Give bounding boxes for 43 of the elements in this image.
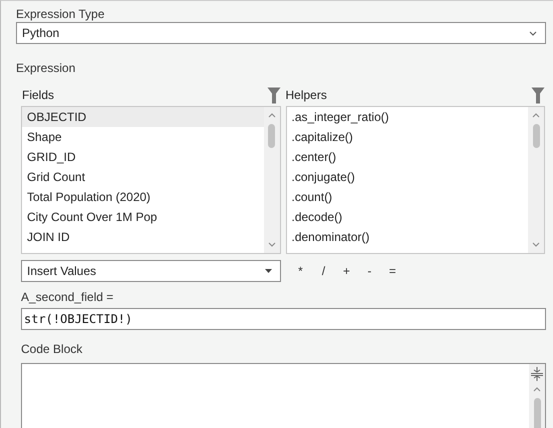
section-label: Expression [16,61,76,76]
list-item[interactable]: GRID_ID [22,147,264,167]
list-label: Helpers [286,88,327,102]
scrollbar-thumb[interactable] [534,398,540,428]
list-item[interactable]: .center() [286,147,528,167]
filter-icon[interactable] [266,86,280,104]
operator-button[interactable]: * [289,264,312,278]
chevron-up-icon[interactable] [268,113,276,118]
filter-icon[interactable] [531,86,545,104]
list-item[interactable]: JOIN ID [22,227,264,247]
list-item[interactable]: .capitalize() [286,127,528,147]
scrollbar-thumb[interactable] [532,124,540,148]
list-item[interactable]: .conjugate() [286,167,528,187]
scrollbar-thumb[interactable] [268,124,275,148]
list-label: Fields [21,88,54,102]
list-item[interactable]: OBJECTID [22,107,264,127]
chevron-down-icon[interactable] [268,242,276,247]
list-item[interactable]: Grid Count [22,167,264,187]
operator-button[interactable]: + [335,264,358,278]
chevron-down-icon [529,30,537,36]
expression-type-dropdown[interactable]: Python [16,22,546,44]
operator-button[interactable]: = [381,264,404,278]
field-label: A_second_field = [20,290,114,305]
chevron-up-icon[interactable] [532,113,540,118]
insert-values-dropdown[interactable]: Insert Values [21,260,281,282]
chevron-up-icon[interactable] [533,387,541,392]
field-label: Code Block [20,342,84,357]
scrollbar[interactable] [528,107,544,253]
list-item[interactable]: .as_integer_ratio() [286,107,528,127]
caret-down-icon [265,269,272,273]
list-item[interactable]: .decode() [286,207,528,227]
list-item[interactable]: .count() [286,187,528,207]
list-item[interactable]: Shape [22,127,264,147]
list-item[interactable]: City Count Over 1M Pop [22,207,264,227]
list-item[interactable]: Total Population (2020) [22,187,264,207]
list-item[interactable]: .denominator() [286,227,528,247]
scrollbar[interactable] [264,107,280,253]
chevron-down-icon[interactable] [532,242,540,247]
operator-button[interactable]: - [358,264,381,278]
split-icon[interactable] [531,367,543,381]
operator-button[interactable]: / [312,264,335,278]
field-label: Expression Type [16,7,106,22]
expression-input[interactable]: str(!OBJECTID!) [21,308,546,330]
